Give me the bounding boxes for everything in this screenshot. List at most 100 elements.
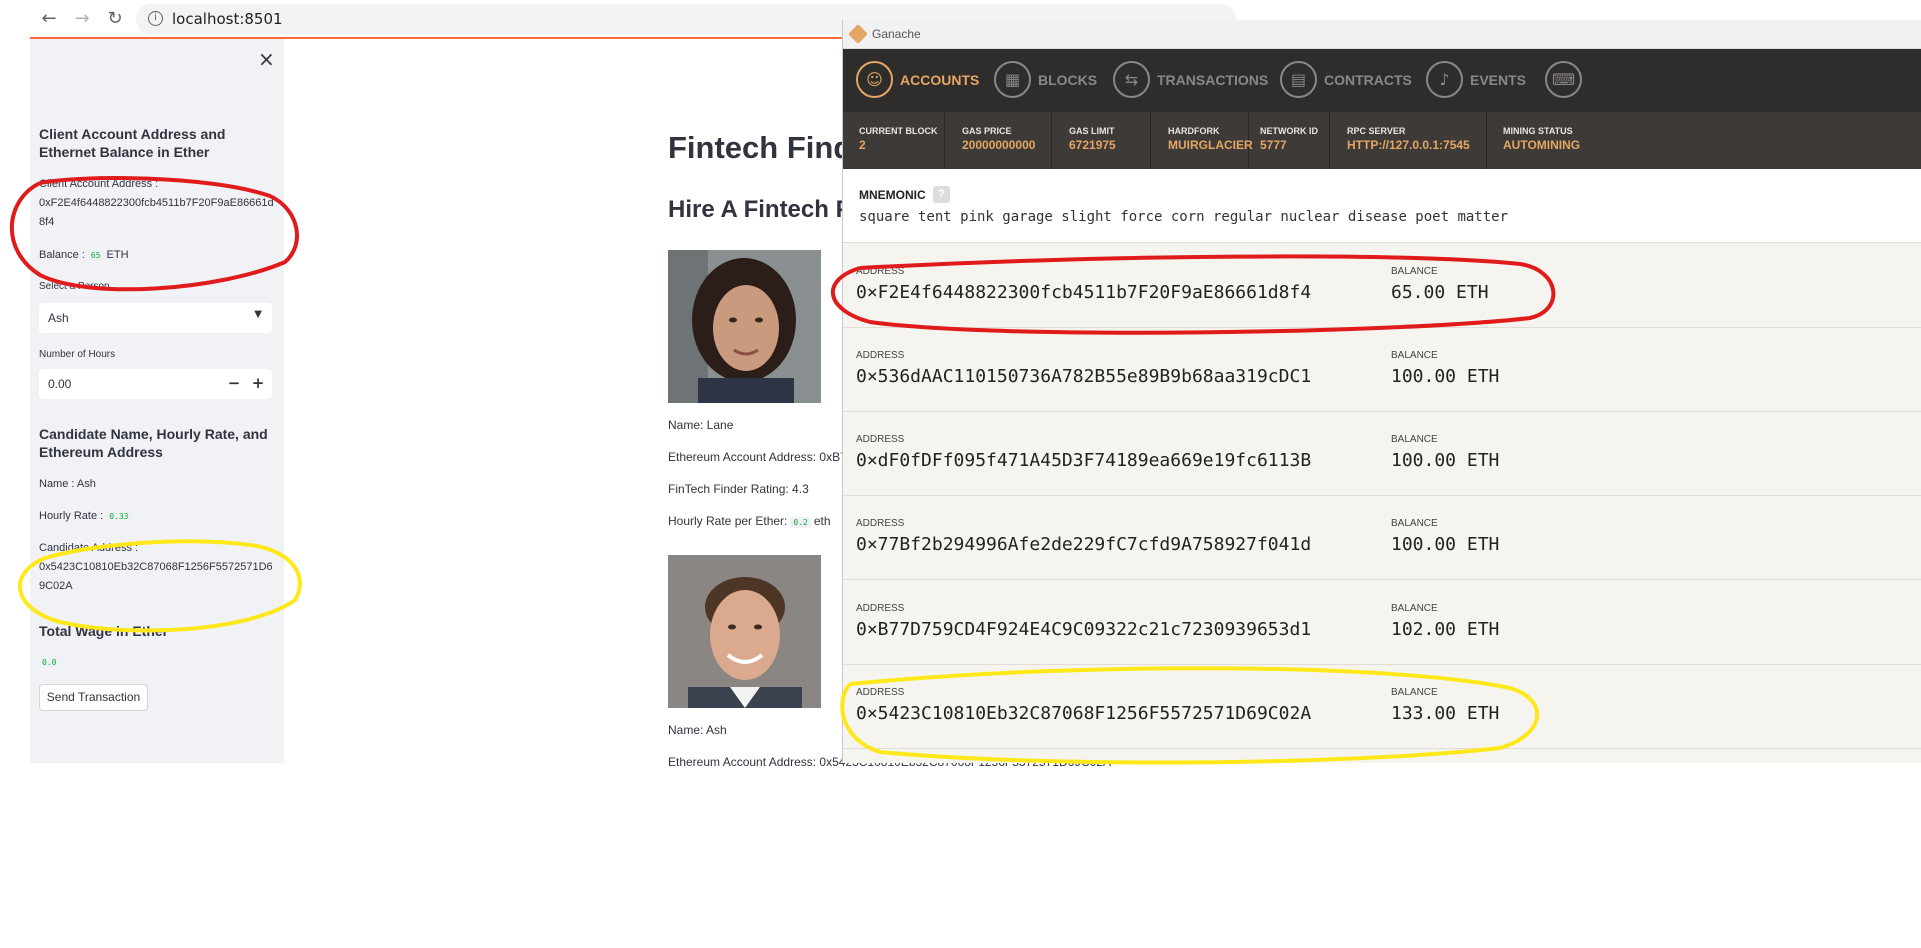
address-label: ADDRESS (856, 687, 905, 698)
hours-value[interactable]: 0.00 (48, 377, 71, 391)
balance-unit: ETH (106, 249, 129, 261)
hours-label: Number of Hours (39, 349, 116, 360)
account-balance: 100.00 ETH (1391, 450, 1500, 471)
account-balance: 102.00 ETH (1391, 619, 1500, 640)
bell-icon: ♪ (1426, 61, 1463, 98)
address-label: ADDRESS (856, 518, 905, 529)
info-icon[interactable]: i (148, 11, 163, 26)
account-address: 0×B77D759CD4F924E4C9C09322c21c7230939653… (856, 619, 1312, 640)
nav-contracts-label: CONTRACTS (1324, 72, 1412, 88)
stat-label: MINING STATUS (1503, 126, 1573, 136)
candidate-name: Name : Ash (39, 478, 96, 490)
nav-events-label: EVENTS (1470, 72, 1527, 88)
candidate2-name: Name: Ash (668, 723, 727, 737)
stat-value: 20000000000 (962, 138, 1036, 152)
candidate1-rating: FinTech Finder Rating: 4.3 (668, 482, 809, 496)
stat-value: HTTP://127.0.0.1:7545 (1347, 138, 1470, 152)
total-wage-value: 0.0 (39, 657, 60, 668)
total-wage-heading: Total Wage in Ether (39, 623, 169, 639)
ganache-stats-bar: CURRENT BLOCK 2 GAS PRICE 20000000000 GA… (843, 112, 1921, 169)
account-row[interactable]: ADDRESS 0×5423C10810Eb32C87068F1256F5572… (843, 665, 1921, 749)
balance-label: BALANCE (1391, 266, 1438, 277)
person-select[interactable]: Ash ▼ (39, 303, 272, 333)
stat-label: GAS LIMIT (1069, 126, 1115, 136)
hourly-rate-value: 0.33 (106, 511, 132, 522)
nav-blocks-label: BLOCKS (1038, 72, 1098, 88)
caret-down-icon: ▼ (254, 309, 262, 320)
account-balance: 100.00 ETH (1391, 534, 1500, 555)
balance-label: Balance : (39, 249, 85, 261)
help-icon[interactable]: ? (933, 186, 950, 203)
decrement-button[interactable]: − (224, 374, 244, 392)
balance-label: BALANCE (1391, 350, 1438, 361)
candidate1-rate-unit: eth (813, 514, 831, 528)
stat-label: CURRENT BLOCK (859, 126, 938, 136)
mnemonic-words: square tent pink garage slight force cor… (859, 209, 1509, 225)
ganache-window: Ganache ☺ ACCOUNTS ▦ BLOCKS ⇆ TRANSACTIO… (842, 20, 1921, 763)
stat-value: 6721975 (1069, 138, 1116, 152)
ganache-logo-icon (848, 24, 868, 44)
stat-hardfork: HARDFORK MUIRGLACIER (1152, 112, 1253, 169)
hourly-rate-row: Hourly Rate :0.33 (39, 510, 134, 522)
total-wage-row: 0.0 (39, 656, 62, 668)
candidate1-rate-value: 0.2 (790, 517, 811, 528)
balance-row: Balance :65 ETH (39, 249, 129, 261)
person-select-value: Ash (48, 311, 69, 325)
account-row[interactable]: ADDRESS 0×F2E4f6448822300fcb4511b7F20F9a… (843, 244, 1921, 328)
address-label: ADDRESS (856, 603, 905, 614)
stat-label: HARDFORK (1168, 126, 1220, 136)
balance-label: BALANCE (1391, 434, 1438, 445)
stat-label: RPC SERVER (1347, 126, 1406, 136)
increment-button[interactable]: + (248, 374, 268, 392)
hours-number-input[interactable]: 0.00 − + (39, 369, 272, 399)
ganache-titlebar: Ganache (843, 20, 1921, 49)
stat-value: MUIRGLACIER (1168, 138, 1253, 152)
candidate-address-label: Candidate Address : (39, 542, 139, 554)
candidate1-rate-row: Hourly Rate per Ether: 0.2 eth (668, 514, 831, 528)
account-row[interactable]: ADDRESS 0×dF0fDFf095f471A45D3F74189ea669… (843, 412, 1921, 496)
candidate-section-heading: Candidate Name, Hourly Rate, and Ethereu… (39, 426, 268, 460)
stat-value: 2 (859, 138, 866, 152)
reload-icon[interactable]: ↻ (104, 8, 126, 30)
stat-label: GAS PRICE (962, 126, 1012, 136)
stat-mining-status: MINING STATUS AUTOMINING (1487, 112, 1607, 169)
address-label: ADDRESS (856, 434, 905, 445)
candidate1-rate-label: Hourly Rate per Ether: (668, 514, 788, 528)
account-row[interactable]: ADDRESS 0×77Bf2b294996Afe2de229fC7cfd9A7… (843, 496, 1921, 580)
balance-label: BALANCE (1391, 687, 1438, 698)
account-balance: 133.00 ETH (1391, 703, 1500, 724)
send-transaction-button[interactable]: Send Transaction (39, 684, 148, 711)
candidate-photo-lane (668, 250, 821, 403)
balance-label: BALANCE (1391, 603, 1438, 614)
account-address: 0×536dAAC110150736A782B55e89B9b68aa319cD… (856, 366, 1312, 387)
balance-value: 65 (87, 250, 104, 261)
client-section-heading: Client Account Address and Ethernet Bala… (39, 126, 226, 160)
ganache-window-title: Ganache (872, 27, 921, 41)
account-address: 0×77Bf2b294996Afe2de229fC7cfd9A758927f04… (856, 534, 1312, 555)
account-row[interactable]: ADDRESS 0×B77D759CD4F924E4C9C09322c21c72… (843, 581, 1921, 665)
stat-network-id: NETWORK ID 5777 (1244, 112, 1330, 169)
hourly-rate-label: Hourly Rate : (39, 510, 104, 522)
user-icon: ☺ (856, 61, 893, 98)
arrow-right-icon[interactable]: → (71, 8, 93, 30)
address-label: ADDRESS (856, 350, 905, 361)
close-icon[interactable]: × (258, 47, 275, 71)
account-address: 0×5423C10810Eb32C87068F1256F5572571D69C0… (856, 703, 1312, 724)
address-label: ADDRESS (856, 266, 905, 277)
nav-accounts-label: ACCOUNTS (900, 72, 980, 88)
arrow-left-icon[interactable]: ← (38, 8, 60, 30)
mnemonic-label: MNEMONIC (859, 188, 926, 202)
client-address-label: Client Account Address : (39, 178, 159, 190)
stat-gas-limit: GAS LIMIT 6721975 (1053, 112, 1151, 169)
blocks-icon: ▦ (994, 61, 1031, 98)
url-text: localhost:8501 (172, 10, 283, 28)
sidebar: × Client Account Address and Ethernet Ba… (30, 39, 284, 763)
stat-current-block: CURRENT BLOCK 2 (843, 112, 945, 169)
balance-label: BALANCE (1391, 518, 1438, 529)
terminal-icon: ⌨ (1545, 61, 1582, 98)
mnemonic-panel: MNEMONIC ? square tent pink garage sligh… (843, 169, 1921, 243)
account-balance: 65.00 ETH (1391, 282, 1489, 303)
ganache-nav: ☺ ACCOUNTS ▦ BLOCKS ⇆ TRANSACTIONS ▤ CON… (843, 49, 1921, 112)
contracts-icon: ▤ (1280, 61, 1317, 98)
account-row[interactable]: ADDRESS 0×536dAAC110150736A782B55e89B9b6… (843, 328, 1921, 412)
